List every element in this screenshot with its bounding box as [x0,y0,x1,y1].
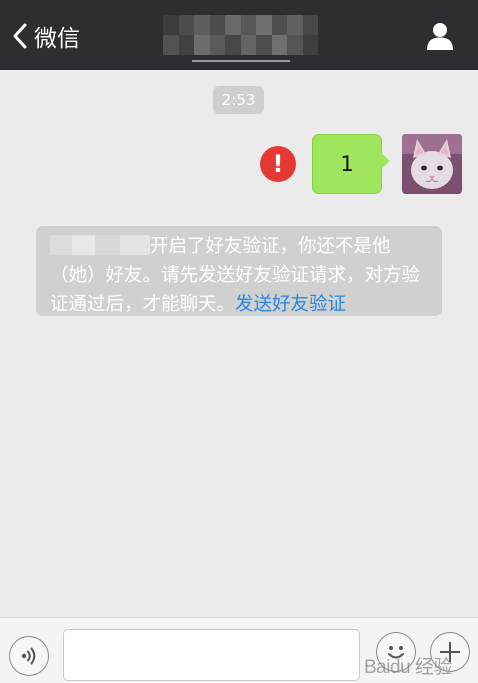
send-verification-link[interactable]: 发送好友验证 [235,294,346,315]
message-timestamp: 2:53 [213,86,264,114]
input-bar: Baidu 经验 [0,617,478,683]
sent-message-text: 1 [340,152,354,176]
cat-avatar-image [402,134,462,194]
back-button[interactable]: 微信 [12,19,80,53]
person-icon [427,23,453,50]
notice-text-line1: 开启了好友验证，你还不是他 [150,236,391,257]
my-avatar[interactable] [402,134,462,194]
message-input[interactable] [63,629,360,681]
resend-error-button[interactable]: ! [260,146,296,182]
title-underline [192,60,290,62]
chat-title-redacted [163,15,318,55]
watermark: Baidu 经验 [364,657,452,678]
friend-verification-notice: 开启了好友验证，你还不是他（她）好友。请先发送好友验证请求，对方验证通过后，才能… [36,226,442,316]
sent-message-bubble[interactable]: 1 [312,134,390,194]
title-bar: 微信 [0,0,478,70]
back-label: 微信 [34,26,80,52]
exclamation-icon: ! [272,150,284,178]
voice-icon [21,647,36,665]
voice-input-button[interactable] [9,636,49,676]
redacted-contact-name [50,235,150,255]
chevron-left-icon [13,23,27,49]
chat-info-button[interactable] [424,20,456,52]
